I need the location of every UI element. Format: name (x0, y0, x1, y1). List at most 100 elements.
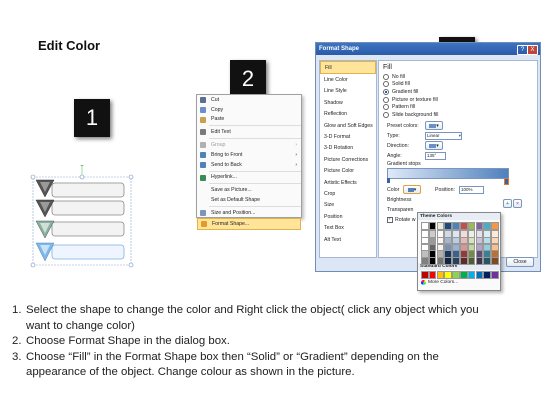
menu-item-save-as-picture[interactable]: Save as Picture... (197, 185, 301, 195)
nav-item-reflection[interactable]: Reflection (320, 109, 376, 120)
standard-color-swatch[interactable] (467, 271, 476, 279)
gradient-stops-bar[interactable] (387, 167, 509, 185)
standard-color-swatch[interactable] (428, 271, 437, 279)
theme-color-swatch[interactable] (452, 222, 460, 230)
dialog-nav: Fill Line Color Line Style Shadow Reflection… (319, 60, 377, 258)
position-input[interactable]: 100% (459, 185, 484, 194)
color-label: Color (387, 186, 400, 193)
chevron-shapes[interactable] (30, 162, 136, 269)
standard-color-swatch[interactable] (491, 271, 499, 279)
theme-color-swatch[interactable] (475, 257, 484, 265)
color-picker-button[interactable]: ▾ (403, 185, 421, 195)
standard-color-swatch[interactable] (436, 271, 445, 279)
theme-color-swatch[interactable] (491, 222, 499, 230)
theme-color-swatch[interactable] (421, 222, 429, 230)
nav-item-crop[interactable]: Crop (320, 188, 376, 199)
menu-item-bring-to-front[interactable]: Bring to Front › (197, 150, 301, 160)
position-label: Position: (435, 186, 455, 193)
theme-color-swatch[interactable] (421, 257, 429, 265)
gradient-stops-label: Gradient stops (387, 161, 421, 168)
nav-item-fill[interactable]: Fill (320, 61, 376, 75)
direction-button[interactable]: ▾ (425, 141, 443, 151)
menu-item-send-to-back[interactable]: Send to Back › (197, 160, 301, 170)
fill-option-radio[interactable]: Pattern fill (383, 103, 537, 111)
theme-color-swatch[interactable] (467, 222, 476, 230)
theme-color-swatch[interactable] (444, 257, 452, 265)
instruction-number: 1. (12, 304, 22, 316)
remove-stop-icon[interactable]: × (513, 199, 522, 208)
instruction-number: 2. (12, 335, 22, 348)
theme-color-swatch[interactable] (467, 257, 476, 265)
nav-item-artistic-effects[interactable]: Artistic Effects (320, 177, 376, 188)
standard-color-swatch[interactable] (460, 271, 468, 279)
size-icon (200, 209, 206, 216)
menu-item-cut[interactable]: Cut (197, 95, 301, 105)
nav-item-picture-color[interactable]: Picture Color (320, 166, 376, 177)
nav-item-shadow[interactable]: Shadow (320, 97, 376, 108)
theme-color-swatch[interactable] (428, 257, 437, 265)
angle-input[interactable]: 135° (425, 151, 446, 160)
nav-item-line-style[interactable]: Line Style (320, 86, 376, 97)
fill-option-radio[interactable]: Slide background fill (383, 111, 537, 119)
menu-item-hyperlink[interactable]: Hyperlink... (197, 173, 301, 183)
theme-color-swatch[interactable] (491, 257, 499, 265)
standard-color-swatch[interactable] (475, 271, 484, 279)
fill-option-label: Gradient fill (392, 88, 419, 95)
standard-color-swatch[interactable] (444, 271, 452, 279)
type-select[interactable]: Linear ▾ (425, 131, 462, 140)
theme-color-swatch[interactable] (436, 222, 445, 230)
dialog-title: Format Shape (319, 46, 360, 52)
theme-color-swatch[interactable] (475, 222, 484, 230)
shape-group[interactable] (30, 162, 136, 269)
standard-color-swatch[interactable] (452, 271, 460, 279)
menu-item-size-and-position[interactable]: Size and Position... (197, 208, 301, 218)
menu-item-set-as-default-shape[interactable]: Set as Default Shape (197, 195, 301, 205)
theme-color-swatch[interactable] (452, 257, 460, 265)
menu-item-label: Save as Picture... (211, 187, 252, 194)
nav-item-line-color[interactable]: Line Color (320, 74, 376, 85)
close-icon[interactable]: X (527, 45, 538, 55)
nav-item-picture-corrections[interactable]: Picture Corrections (320, 154, 376, 165)
fill-option-label: Picture or texture fill (392, 96, 438, 103)
nav-item-position[interactable]: Position (320, 211, 376, 222)
menu-item-format-shape[interactable]: Format Shape... (197, 217, 301, 230)
menu-item-label: Set as Default Shape (211, 197, 261, 204)
color-wheel-icon (421, 279, 426, 285)
menu-item-label: Hyperlink... (211, 174, 237, 181)
nav-item-3-d-rotation[interactable]: 3-D Rotation (320, 143, 376, 154)
standard-color-swatch[interactable] (421, 271, 429, 279)
fill-option-radio[interactable]: No fill (383, 73, 537, 81)
theme-color-swatch[interactable] (483, 257, 491, 265)
gradient-stop-handle[interactable] (387, 177, 390, 183)
fill-option-radio[interactable]: Picture or texture fill (383, 96, 537, 104)
rotate-checkbox[interactable]: ✓ (387, 216, 393, 223)
add-stop-icon[interactable]: + (503, 199, 512, 208)
theme-color-swatch[interactable] (460, 222, 468, 230)
fill-option-radio[interactable]: Solid fill (383, 81, 537, 89)
more-colors-link[interactable]: More Colors... (418, 278, 500, 286)
nav-item-3-d-format[interactable]: 3-D Format (320, 131, 376, 142)
close-button[interactable]: Close (506, 257, 534, 267)
menu-item-label: Edit Text (211, 129, 231, 136)
menu-item-edit-text[interactable]: Edit Text (197, 127, 301, 137)
gradient-stop-handle-selected[interactable] (504, 177, 509, 185)
theme-color-swatch[interactable] (436, 257, 445, 265)
nav-item-text-box[interactable]: Text Box (320, 222, 376, 233)
fill-option-radio[interactable]: Gradient fill (383, 88, 537, 96)
color-palette: Theme Colors Standard Colors More Colors… (417, 212, 501, 291)
preset-colors-button[interactable]: ▾ (425, 121, 443, 131)
nav-item-size[interactable]: Size (320, 200, 376, 211)
theme-color-swatch[interactable] (483, 222, 491, 230)
theme-color-swatch[interactable] (428, 222, 437, 230)
radio-icon (383, 88, 389, 95)
theme-color-swatch[interactable] (460, 257, 468, 265)
standard-color-swatch[interactable] (483, 271, 491, 279)
nav-item-alt-text[interactable]: Alt Text (320, 234, 376, 245)
nav-item-glow-and-soft-edges[interactable]: Glow and Soft Edges (320, 120, 376, 131)
menu-item-paste[interactable]: Paste (197, 115, 301, 125)
theme-color-swatch[interactable] (444, 222, 452, 230)
instruction-text: want to change color) (26, 319, 135, 332)
hyperlink-icon (200, 174, 206, 181)
menu-item-copy[interactable]: Copy (197, 105, 301, 115)
menu-item-group[interactable]: Group › (197, 140, 301, 150)
